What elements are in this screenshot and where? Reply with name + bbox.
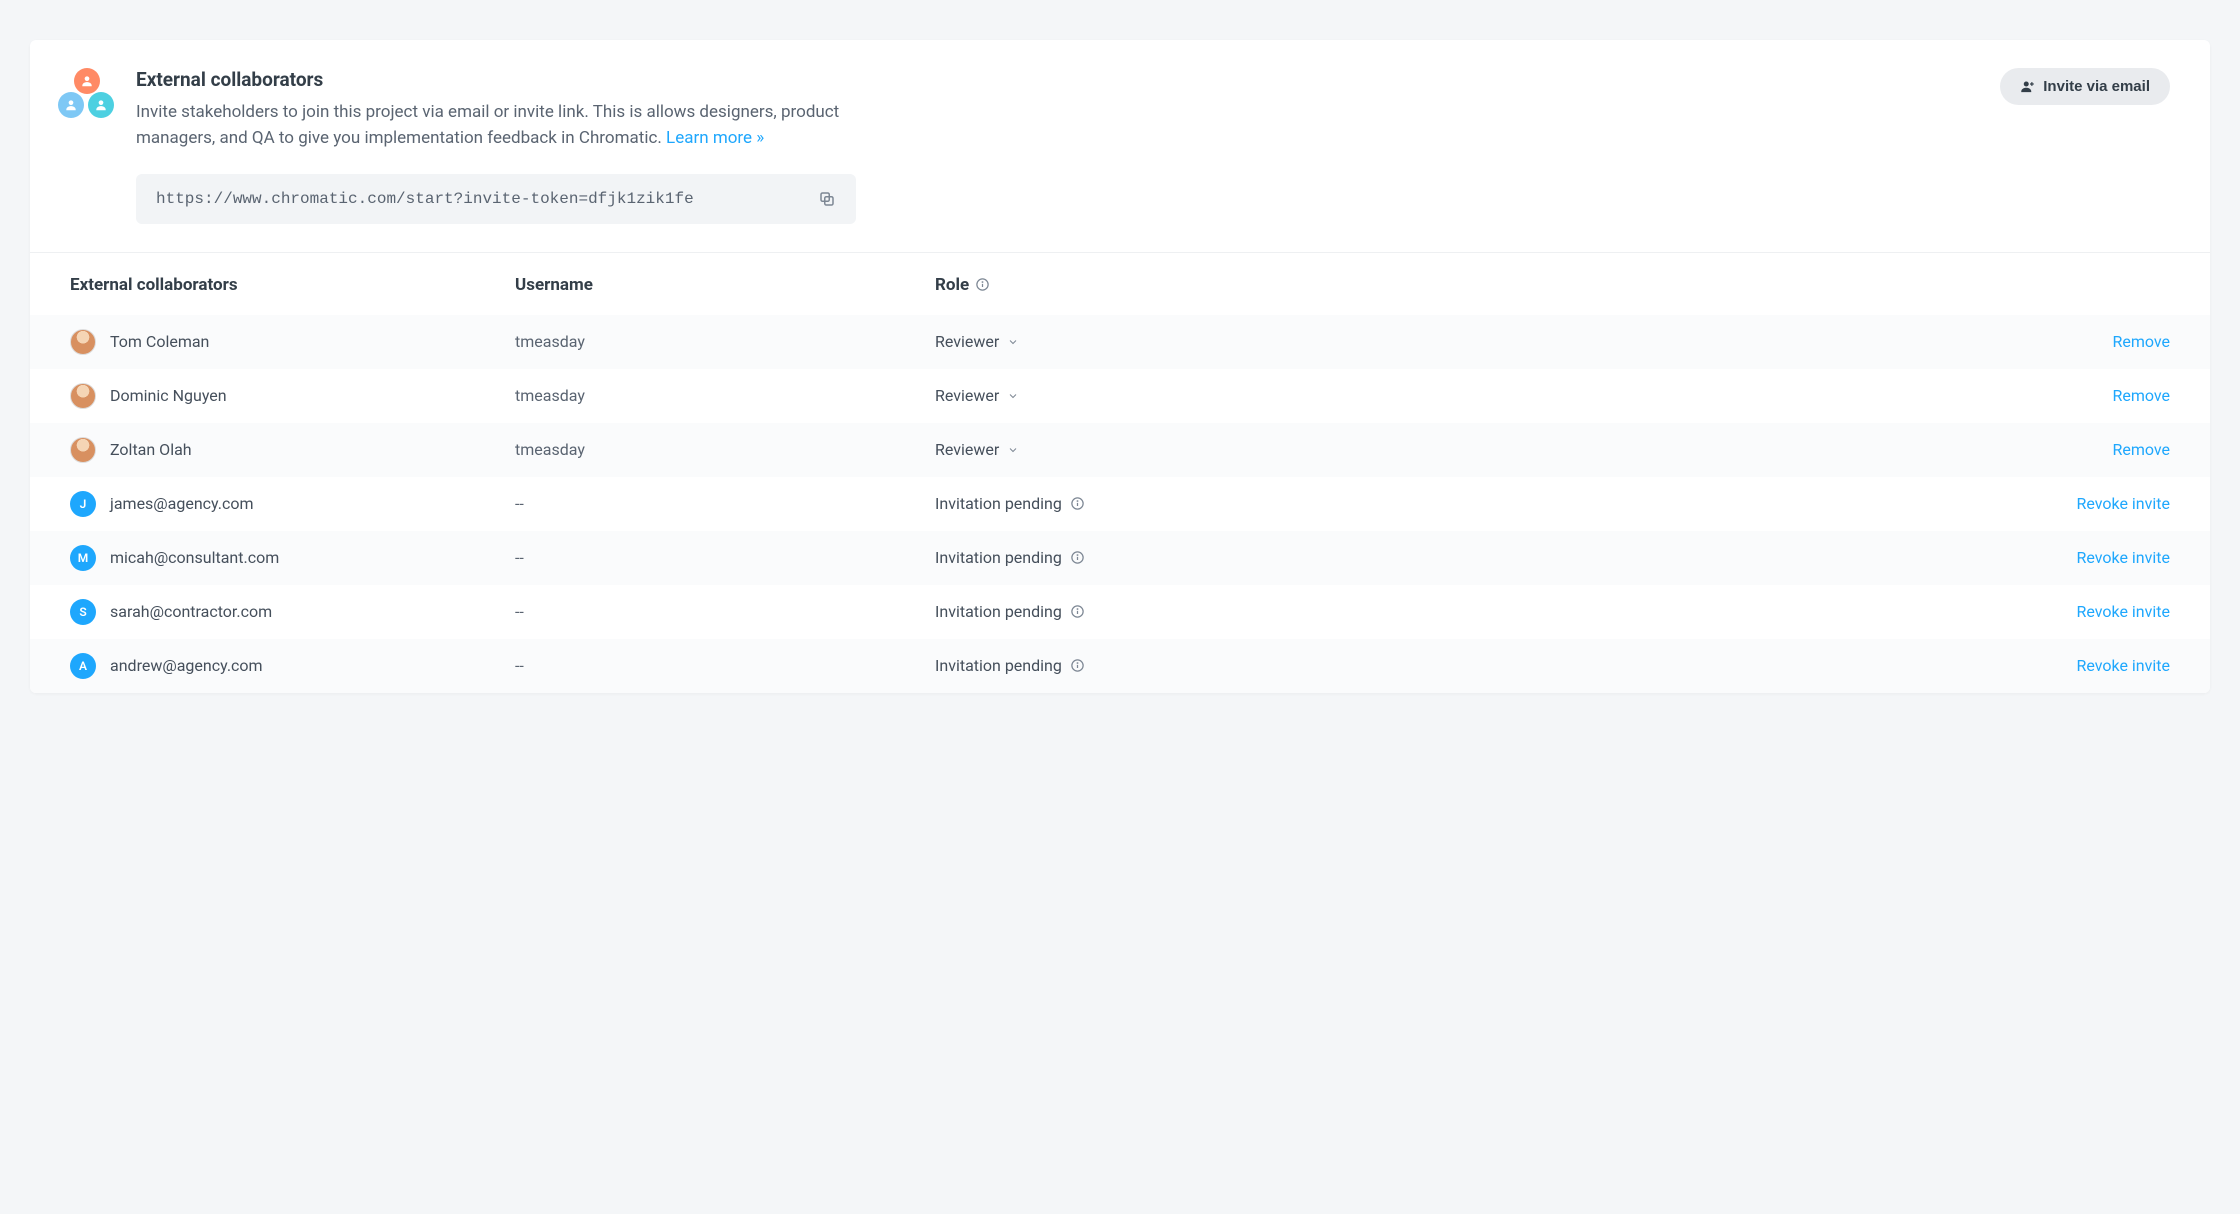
info-icon[interactable]: [1070, 604, 1085, 619]
table-row: Mmicah@consultant.com--Invitation pendin…: [30, 531, 2210, 585]
avatar: [70, 383, 96, 409]
add-user-icon: [2020, 79, 2035, 94]
cell-name: Dominic Nguyen: [70, 383, 515, 409]
collaborators-panel: External collaborators Invite stakeholde…: [30, 40, 2210, 693]
invite-url-box: https://www.chromatic.com/start?invite-t…: [136, 174, 856, 224]
chevron-down-icon: [1007, 444, 1019, 456]
remove-link[interactable]: Remove: [2112, 332, 2170, 351]
invite-email: andrew@agency.com: [110, 656, 263, 675]
cell-name: Mmicah@consultant.com: [70, 545, 515, 571]
column-username: Username: [515, 275, 935, 295]
invite-url-text: https://www.chromatic.com/start?invite-t…: [156, 190, 694, 208]
invite-email: micah@consultant.com: [110, 548, 279, 567]
avatar-letter: J: [70, 491, 96, 517]
remove-link[interactable]: Remove: [2112, 386, 2170, 405]
cell-name: Jjames@agency.com: [70, 491, 515, 517]
cell-role: Invitation pending: [935, 548, 1215, 567]
table-row: Aandrew@agency.com--Invitation pendingRe…: [30, 639, 2210, 693]
cell-name: Aandrew@agency.com: [70, 653, 515, 679]
cell-username: tmeasday: [515, 440, 935, 459]
cell-username: --: [515, 656, 935, 675]
avatar-letter: M: [70, 545, 96, 571]
cell-role: Invitation pending: [935, 602, 1215, 621]
info-icon[interactable]: [1070, 496, 1085, 511]
table-row: Dominic Nguyen tmeasdayReviewer Remove: [30, 369, 2210, 423]
invite-email: james@agency.com: [110, 494, 254, 513]
revoke-invite-link[interactable]: Revoke invite: [2077, 494, 2171, 513]
cell-action: Revoke invite: [1215, 494, 2170, 513]
info-icon[interactable]: [1070, 658, 1085, 673]
chevron-down-icon: [1007, 390, 1019, 402]
cell-action: Revoke invite: [1215, 602, 2170, 621]
cell-role[interactable]: Reviewer: [935, 440, 1215, 459]
panel-header: External collaborators Invite stakeholde…: [30, 40, 2210, 253]
pending-label: Invitation pending: [935, 494, 1062, 513]
avatar-letter: A: [70, 653, 96, 679]
user-name: Tom Coleman: [110, 332, 209, 351]
avatar: [70, 329, 96, 355]
cell-role: Invitation pending: [935, 656, 1215, 675]
column-name: External collaborators: [70, 275, 515, 295]
cell-name: Ssarah@contractor.com: [70, 599, 515, 625]
pending-label: Invitation pending: [935, 656, 1062, 675]
cell-username: --: [515, 548, 935, 567]
table-header: External collaborators Username Role: [30, 253, 2210, 315]
chevron-down-icon: [1007, 336, 1019, 348]
cell-role[interactable]: Reviewer: [935, 332, 1215, 351]
header-title: External collaborators: [136, 68, 1980, 91]
invite-via-email-button[interactable]: Invite via email: [2000, 68, 2170, 105]
cell-username: --: [515, 602, 935, 621]
learn-more-link[interactable]: Learn more »: [666, 128, 764, 148]
revoke-invite-link[interactable]: Revoke invite: [2077, 602, 2171, 621]
revoke-invite-link[interactable]: Revoke invite: [2077, 656, 2171, 675]
remove-link[interactable]: Remove: [2112, 440, 2170, 459]
role-label: Reviewer: [935, 440, 999, 459]
cell-username: --: [515, 494, 935, 513]
user-name: Dominic Nguyen: [110, 386, 227, 405]
cell-username: tmeasday: [515, 332, 935, 351]
info-icon[interactable]: [1070, 550, 1085, 565]
role-label: Reviewer: [935, 386, 999, 405]
cell-username: tmeasday: [515, 386, 935, 405]
table-row: Zoltan Olah tmeasdayReviewer Remove: [30, 423, 2210, 477]
user-name: Zoltan Olah: [110, 440, 192, 459]
cell-action: Revoke invite: [1215, 548, 2170, 567]
table-row: Tom Coleman tmeasdayReviewer Remove: [30, 315, 2210, 369]
avatar-letter: S: [70, 599, 96, 625]
avatar: [70, 437, 96, 463]
pending-label: Invitation pending: [935, 602, 1062, 621]
invite-email: sarah@contractor.com: [110, 602, 272, 621]
column-role: Role: [935, 275, 1215, 295]
header-description: Invite stakeholders to join this project…: [136, 99, 916, 152]
table-row: Ssarah@contractor.com--Invitation pendin…: [30, 585, 2210, 639]
cell-role[interactable]: Reviewer: [935, 386, 1215, 405]
table-row: Jjames@agency.com--Invitation pendingRev…: [30, 477, 2210, 531]
collaborators-icon: [58, 68, 116, 120]
cell-action: Revoke invite: [1215, 656, 2170, 675]
revoke-invite-link[interactable]: Revoke invite: [2077, 548, 2171, 567]
pending-label: Invitation pending: [935, 548, 1062, 567]
cell-action: Remove: [1215, 386, 2170, 405]
role-label: Reviewer: [935, 332, 999, 351]
cell-action: Remove: [1215, 332, 2170, 351]
info-icon[interactable]: [975, 277, 990, 292]
table-body: Tom ColemantmeasdayReviewerRemoveDominic…: [30, 315, 2210, 693]
header-content: External collaborators Invite stakeholde…: [136, 68, 1980, 224]
cell-role: Invitation pending: [935, 494, 1215, 513]
copy-icon[interactable]: [818, 190, 836, 208]
cell-name: Zoltan Olah: [70, 437, 515, 463]
cell-name: Tom Coleman: [70, 329, 515, 355]
cell-action: Remove: [1215, 440, 2170, 459]
